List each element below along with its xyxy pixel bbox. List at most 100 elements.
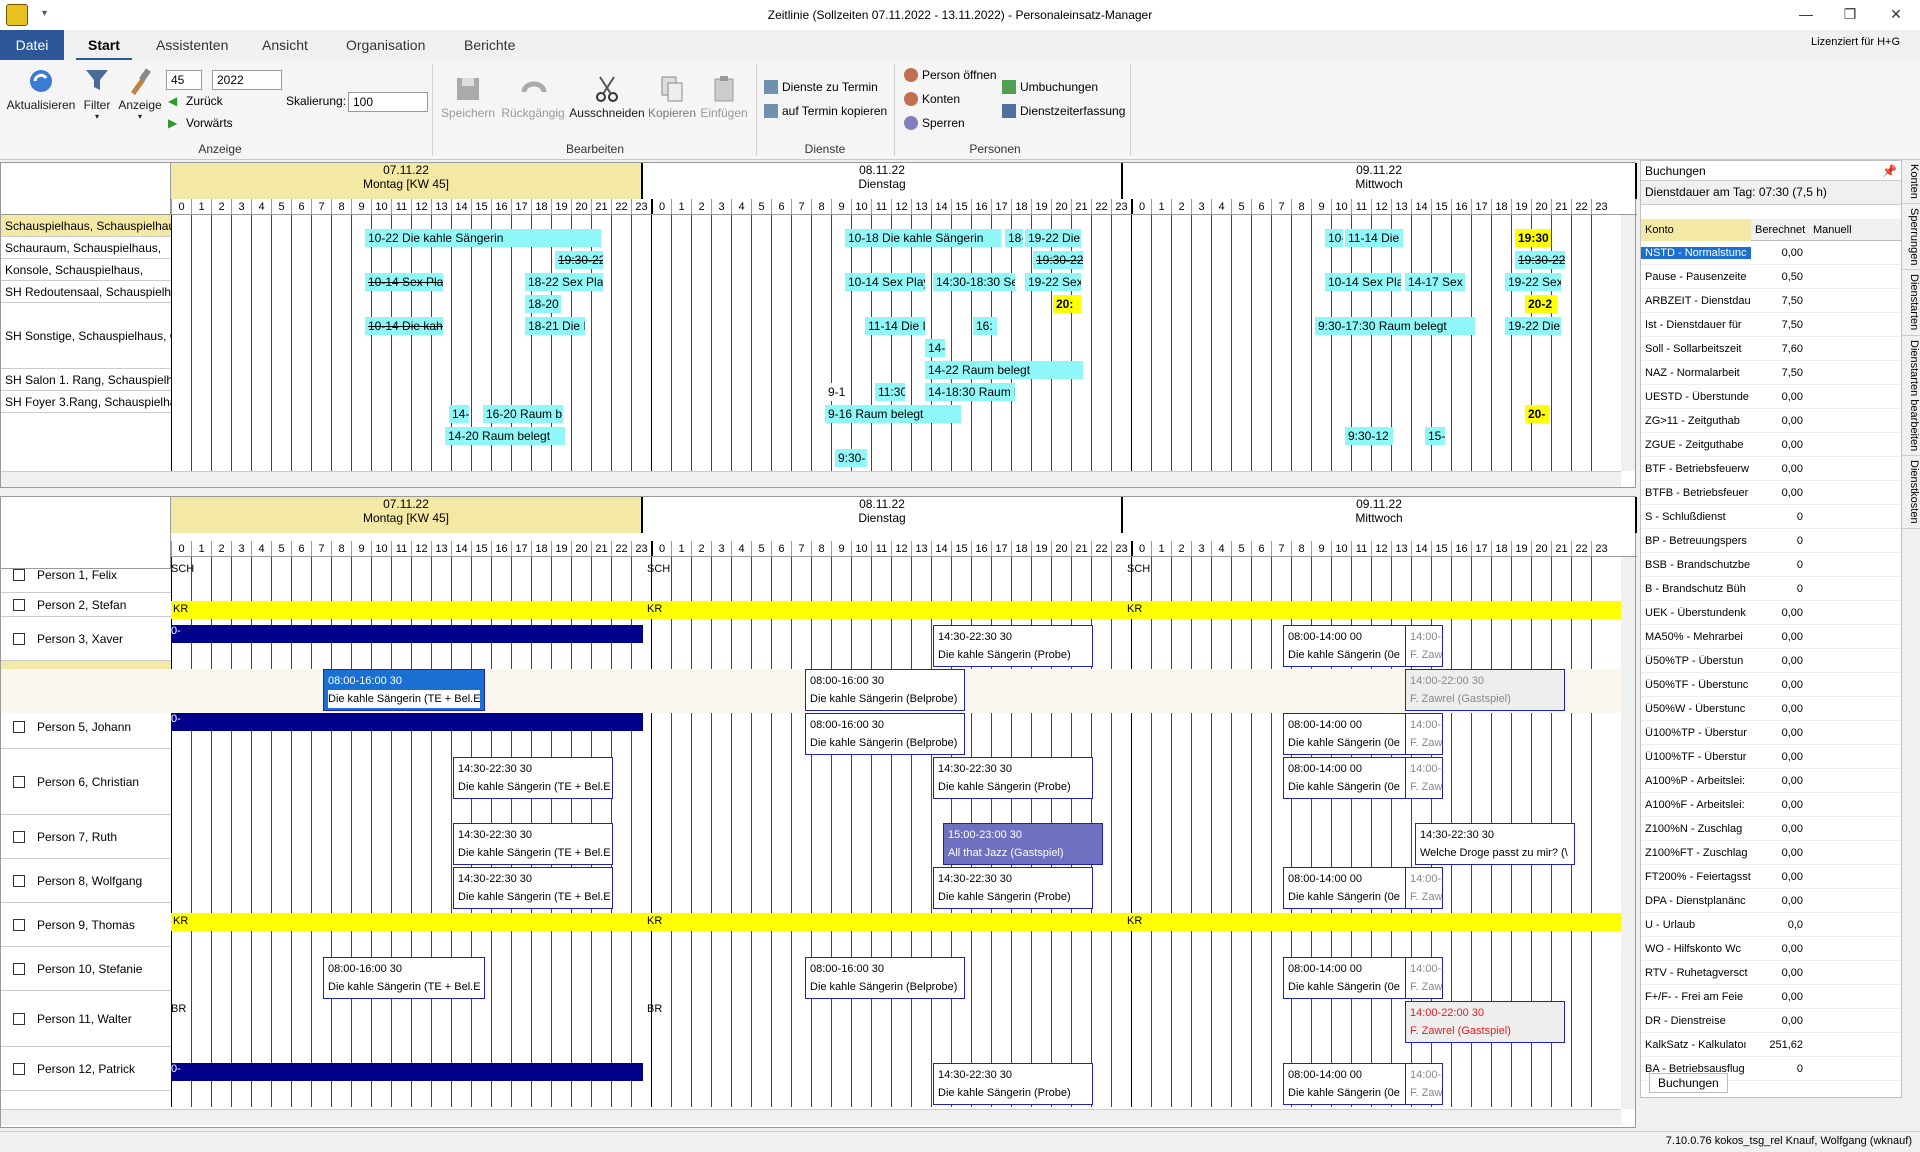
kr-bar[interactable]: KR KR KR [171,913,1621,931]
account-row[interactable]: F+/F- - Frei am Feie 0,00 [1641,985,1901,1009]
vorwaerts-button[interactable]: ▶ Vorwärts [168,116,233,130]
room-event[interactable]: 19-22 Sex [1025,273,1081,291]
account-row[interactable]: RTV - Ruhetagversct 0,00 [1641,961,1901,985]
room-event[interactable]: 9-1 [825,383,845,401]
person-row[interactable]: Person 2, Stefan [1,593,171,617]
tab-assistenten[interactable]: Assistenten [144,30,240,60]
room-event[interactable]: 14-18:30 Raum l [925,383,1015,401]
tab-ansicht[interactable]: Ansicht [250,30,320,60]
room-event[interactable]: 9:30-17:30 Raum belegt [1315,317,1475,335]
col-berechnet[interactable]: Berechnet [1751,224,1809,236]
shift-block[interactable]: 08:00-16:00 30 Die kahle Sängerin (TE + B… [323,957,485,999]
night-shift-bar[interactable]: 0- [171,1063,643,1081]
room-label[interactable]: Konsole, Schauspielhaus, [1,259,171,281]
row-checkbox[interactable] [13,1012,25,1025]
row-checkbox[interactable] [13,918,25,931]
room-label[interactable]: Schauspielhaus, Schauspielhau [1,215,171,237]
side-tab[interactable]: Dienstarten [1902,270,1920,336]
account-row[interactable]: ZG>11 - Zeitguthab 0,00 [1641,409,1901,433]
shift-block[interactable]: 14:30-22:30 30 Die kahle Sängerin (TE + B… [453,757,613,799]
room-event[interactable]: 14:30-18:30 Se [933,273,1015,291]
person-row[interactable]: Person 11, Walter [1,991,171,1047]
auf-termin-kopieren-button[interactable]: auf Termin kopieren [764,104,887,118]
shift-block[interactable]: 14:30-22:30 30 Welche Droge passt zu mir?… [1415,823,1575,865]
vertical-scrollbar[interactable] [1621,557,1635,1109]
vertical-scrollbar[interactable] [1621,215,1635,471]
week-spinner[interactable]: 45 [166,70,202,90]
tab-organisation[interactable]: Organisation [334,30,437,60]
account-row[interactable]: Ist - Dienstdauer für 7,50 [1641,313,1901,337]
tab-datei[interactable]: Datei [0,30,64,60]
umbuchungen-button[interactable]: Umbuchungen [1002,80,1098,94]
account-row[interactable]: FT200% - Feiertagsst 0,00 [1641,865,1901,889]
account-row[interactable]: S - Schlußdienst 0 [1641,505,1901,529]
shift-block[interactable]: 14:00- F. Zaw [1405,625,1443,667]
night-shift-bar[interactable]: 0- [171,713,643,731]
shift-block[interactable]: 14:00- F. Zaw [1405,757,1443,799]
zurueck-button[interactable]: ◀ Zurück [168,94,223,108]
room-label[interactable]: SH Salon 1. Rang, Schauspielha [1,369,171,391]
tab-berichte[interactable]: Berichte [452,30,527,60]
room-event[interactable]: 18-22 Sex Pla [525,273,603,291]
shift-block[interactable]: 14:30-22:30 30 Die kahle Sängerin (Probe) [933,625,1093,667]
row-checkbox[interactable] [13,568,25,581]
room-label[interactable]: SH Foyer 3.Rang, Schauspielhau [1,391,171,413]
account-row[interactable]: Ü100%TF - Überstur 0,00 [1641,745,1901,769]
speichern-button[interactable]: Speichern [438,74,498,120]
account-row[interactable]: BTF - Betriebsfeuerw 0,00 [1641,457,1901,481]
shift-block[interactable]: 14:30-22:30 30 Die kahle Sängerin (TE + B… [453,867,613,909]
room-event[interactable]: 9:30- [835,449,867,467]
side-tab[interactable]: Dienstkosten [1902,456,1920,529]
account-row[interactable]: DPA - Dienstplanänc 0,00 [1641,889,1901,913]
room-event[interactable]: 19-22 Die I [1505,317,1561,335]
shift-block[interactable]: 15:00-23:00 30 All that Jazz (Gastspiel) [943,823,1103,865]
row-checkbox[interactable] [13,874,25,887]
room-event[interactable]: 18-21 Die I [525,317,585,335]
sperren-button[interactable]: Sperren [904,116,965,130]
room-event[interactable]: 10-14 Sex Play [845,273,925,291]
shift-block[interactable]: 14:00-22:00 30 F. Zawrel (Gastspiel) [1405,1001,1565,1043]
room-event[interactable]: 16-20 Raum b [483,405,563,423]
room-event[interactable]: 10-22 Die kahle Sängerin [365,229,601,247]
account-row[interactable]: Ü100%TP - Überstur 0,00 [1641,721,1901,745]
shift-block[interactable]: 14:30-22:30 30 Die kahle Sängerin (Probe) [933,757,1093,799]
account-row[interactable]: Pause - Pausenzeite 0,50 [1641,265,1901,289]
room-event[interactable]: 11:30 [875,383,905,401]
tab-start[interactable]: Start [76,30,132,60]
row-checkbox[interactable] [13,632,25,645]
person-row[interactable]: Person 6, Christian [1,749,171,815]
room-event[interactable]: 19-22 Sex [1505,273,1561,291]
shift-block[interactable]: 14:00- F. Zaw [1405,1063,1443,1105]
person-row[interactable]: Person 1, Felix [1,557,171,593]
pin-icon[interactable]: 📌 [1882,164,1897,178]
aktualisieren-button[interactable]: Aktualisieren [4,66,78,112]
maximize-button[interactable]: ❐ [1840,6,1860,23]
shift-block-selected[interactable]: 08:00-16:00 30 Die kahle Sängerin (TE + B… [323,669,485,711]
room-event[interactable]: 11-14 Die I [865,317,925,335]
room-event[interactable]: 10-14 Die kahl [365,317,443,335]
account-row[interactable]: Ü50%W - Überstunc 0,00 [1641,697,1901,721]
einfuegen-button[interactable]: Einfügen [698,74,750,120]
account-row[interactable]: BTFB - Betriebsfeuer 0,00 [1641,481,1901,505]
shift-block[interactable]: 08:00-14:00 00 Die kahle Sängerin (0e [1283,1063,1407,1105]
account-row[interactable]: NSTD - Normalstunc 0,00 [1641,241,1901,265]
shift-block[interactable]: 08:00-14:00 00 Die kahle Sängerin (0e [1283,957,1407,999]
room-event[interactable]: 19:30-22 [1033,251,1083,269]
shift-block[interactable]: 08:00-14:00 00 Die kahle Sängerin (0e [1283,713,1407,755]
person-row[interactable]: Person 10, Stefanie [1,947,171,991]
konten-button[interactable]: Konten [904,92,960,106]
room-event[interactable]: 19:30-22 [1515,251,1565,269]
shift-block[interactable]: 14:30-22:30 30 Die kahle Sängerin (TE + B… [453,823,613,865]
ausschneiden-button[interactable]: Ausschneiden [568,74,646,120]
horizontal-scrollbar[interactable] [1,471,1621,487]
account-row[interactable]: A100%P - Arbeitslei: 0,00 [1641,769,1901,793]
side-tab[interactable]: Dienstarten bearbeiten [1902,336,1920,456]
account-row[interactable]: WO - Hilfskonto Wc 0,00 [1641,937,1901,961]
shift-block[interactable]: 14:00-22:00 30 F. Zawrel (Gastspiel) [1405,669,1565,711]
shift-block[interactable]: 14:30-22:30 30 Die kahle Sängerin (Probe) [933,1063,1093,1105]
account-row[interactable]: DR - Dienstreise 0,00 [1641,1009,1901,1033]
row-checkbox[interactable] [13,775,25,788]
room-event[interactable]: 20: [1053,295,1081,313]
shift-block[interactable]: 14:00- F. Zaw [1405,957,1443,999]
room-event[interactable]: 9:30-12 [1345,427,1393,445]
